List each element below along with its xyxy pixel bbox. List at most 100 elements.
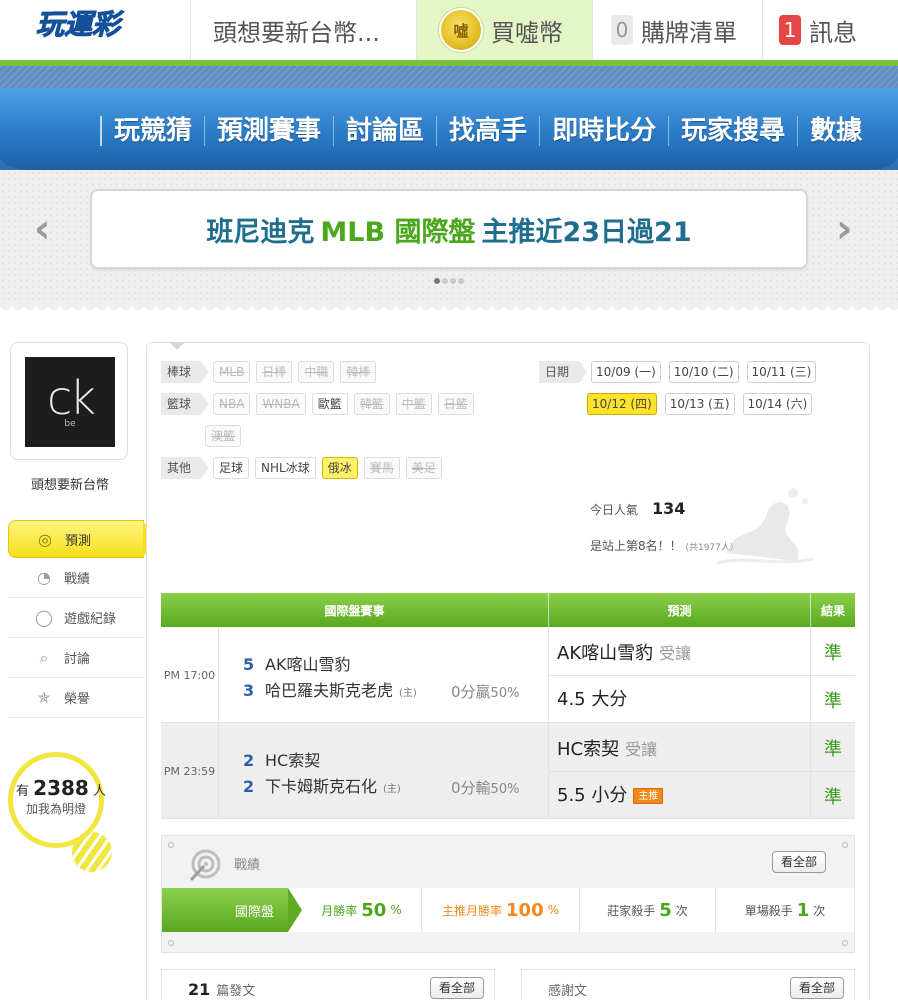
site-logo[interactable]: 玩運彩 [12,2,144,46]
side-menu-label: 榮譽 [64,692,91,707]
team-name: AK喀山雪豹 [265,655,351,674]
side-menu-item[interactable]: ✯ 榮譽 [8,678,144,718]
thanks-box: 感謝文 看全部 [521,969,855,1000]
side-menu-item[interactable]: ⌕ 討論 [8,638,144,678]
banner-next-arrow[interactable]: › [836,206,852,252]
home-tag: (主) [399,688,417,699]
thanks-view-all-button[interactable]: 看全部 [789,977,844,999]
nav-item[interactable]: 找高手 [436,116,539,146]
cart-button[interactable]: 0 購牌清單 [592,0,762,60]
side-menu-item[interactable]: ◯ 遊戲紀錄 [8,598,144,638]
pagination-dot[interactable] [442,278,448,284]
match-teams[interactable]: 5 AK喀山雪豹 3 哈巴羅夫斯克老虎 (主) 0分贏50% [219,627,549,723]
header-prediction: 預測 [549,593,811,627]
lamp-suffix: 人 [92,784,106,799]
filter-chip[interactable]: 俄冰 [321,457,358,479]
date-chip[interactable]: 10/14 (六) [742,393,813,415]
prediction-team: AK喀山雪豹 [557,643,654,664]
filter-chip[interactable]: 日籃 [437,393,474,415]
date-chip[interactable]: 10/13 (五) [664,393,735,415]
match-time: PM 17:00 [161,627,219,723]
nav-item[interactable]: 討論區 [333,116,436,146]
filter-chip[interactable]: 日棒 [256,361,293,383]
record-tab-international[interactable]: 國際盤 [162,888,302,932]
nav-item[interactable]: 玩家搜尋 [668,116,797,146]
pin-decoration [842,842,848,848]
target-icon: ◎ [38,529,52,549]
pagination-dot[interactable] [434,278,440,284]
stat-value: 50 [361,899,387,921]
avatar-logo-text: ck [47,371,96,425]
popularity-label: 今日人氣 [590,503,639,517]
message-button[interactable]: 1 訊息 [762,0,898,60]
buy-coin-label: 買噓幣 [491,18,563,47]
main-pick-badge: 主推 [633,788,664,804]
lamp-follow-label[interactable]: 加我為明燈 [26,800,86,817]
date-chip[interactable]: 10/12 (四) [587,393,657,415]
filter-row-other: 其他 足球 NHL冰球 俄冰 賽馬 美足 [161,457,448,479]
team-home: 2 下卡姆斯克石化 (主) [243,773,401,797]
buy-coin-button[interactable]: 噓 買噓幣 [416,0,592,60]
pagination-dot[interactable] [458,278,464,284]
date-chip[interactable]: 10/09 (一) [591,361,661,383]
match-prediction: HC索契 受讓 5.5 小分 主推 [549,723,811,819]
filter-chip[interactable]: 足球 [213,457,250,479]
divider [811,771,855,772]
banner-prev-arrow[interactable]: ‹ [34,206,50,252]
team-score: 2 [243,751,255,770]
filter-chip[interactable]: 澳籃 [205,425,242,447]
date-row-1: 日期 10/09 (一) 10/10 (二) 10/11 (三) [539,361,824,383]
date-label: 日期 [539,361,588,383]
user-menu[interactable]: 頭想要新台幣... [190,0,416,60]
prediction-total-value: 5.5 小分 [557,785,628,806]
record-icon: ◯ [35,608,53,627]
filter-chip[interactable]: NBA [213,393,251,415]
profile-side-menu: ◎ 預測 ◔ 戰績 ◯ 遊戲紀錄 ⌕ 討論 ✯ 榮譽 [8,520,157,718]
match-teams[interactable]: 2 HC索契 2 下卡姆斯克石化 (主) 0分輸50% [219,723,549,819]
filter-chip[interactable]: WNBA [256,393,306,415]
nav-item[interactable]: 玩競猜 [100,116,204,146]
filter-chip[interactable]: MLB [213,361,251,383]
lamp-follow-widget[interactable]: 有 2388 人 加我為明燈 [8,752,138,882]
date-chip[interactable]: 10/11 (三) [746,361,817,383]
stat-value: 5 [659,899,672,921]
team-name: 哈巴羅夫斯克老虎 [265,681,394,700]
record-view-all-button[interactable]: 看全部 [772,851,827,873]
filter-chip[interactable]: 韓籃 [353,393,390,415]
divider [811,675,855,676]
stat-single-killer: 單場殺手 1 次 [716,888,854,932]
date-chip[interactable]: 10/10 (二) [668,361,739,383]
main-nav: 玩競猜 預測賽事 討論區 找高手 即時比分 玩家搜尋 數據 [100,108,874,154]
filter-chip[interactable]: 賽馬 [363,457,400,479]
nav-item[interactable]: 即時比分 [539,116,668,146]
prediction-card: 棒球 MLB 日棒 中職 韓棒 籃球 NBA WNBA 歐籃 韓籃 中籃 日籃 澳籃 其他 足球 NHL冰… [146,342,870,1000]
filter-chip[interactable]: NHL冰球 [255,457,316,479]
prediction-side: HC索契 受讓 [557,735,657,761]
filter-chip[interactable]: 韓棒 [340,361,377,383]
filter-chip[interactable]: 美足 [405,457,442,479]
filter-chip[interactable]: 歐籃 [311,393,348,415]
card-notch [169,342,185,350]
record-panel: 戰績 看全部 國際盤 月勝率 50% 主推月勝率 100% 莊家殺手 5 次 單場殺手 1… [161,835,855,953]
pagination-dot[interactable] [450,278,456,284]
avatar[interactable]: ck be [25,357,115,447]
header-matches: 國際盤賽事 [161,593,549,627]
nav-item[interactable]: 預測賽事 [204,116,333,146]
filter-chip[interactable]: 中職 [298,361,335,383]
odds-percent: 50% [490,782,520,797]
banner-headline[interactable]: 班尼迪克 MLB 國際盤 主推近23日過21 [90,189,808,269]
result-total: 準 [824,691,842,712]
team-name: 下卡姆斯克石化 [265,777,378,796]
match-row: PM 23:59 2 HC索契 2 下卡姆斯克石化 (主) 0分輸50% HC索契 受讓… [161,723,855,819]
filter-chip[interactable]: 中籃 [395,393,432,415]
nav-item[interactable]: 數據 [797,116,874,146]
posts-view-all-button[interactable]: 看全部 [429,977,484,999]
side-menu-item[interactable]: ◔ 戰績 [8,558,144,598]
team-away: 5 AK喀山雪豹 [243,651,350,675]
side-menu-item[interactable]: ◎ 預測 [8,520,157,558]
pin-decoration [168,940,174,946]
search-chat-icon: ⌕ [39,647,49,667]
cart-count-badge: 0 [611,15,633,45]
prediction-total-value: 4.5 大分 [557,689,628,710]
posts-count: 21 [188,980,211,999]
